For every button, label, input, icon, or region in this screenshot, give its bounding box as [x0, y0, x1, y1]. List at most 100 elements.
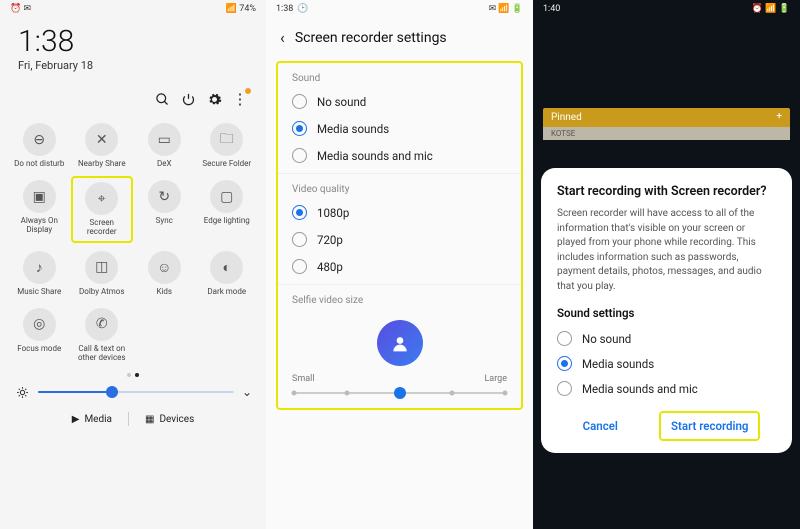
secure-folder-icon: 🗀: [210, 123, 243, 156]
tile-music-share[interactable]: ♪Music Share: [8, 247, 71, 300]
screen-recorder-icon: ⌖: [85, 182, 118, 215]
radio-icon: [557, 331, 572, 346]
status-bar: 1:40 ⏰ 📶 🔋: [533, 0, 800, 18]
tile-label: Dark mode: [207, 287, 246, 296]
status-icons-right: 📶 74%: [226, 4, 256, 14]
tile-label: Always On Display: [11, 216, 67, 234]
search-icon[interactable]: [154, 91, 170, 107]
call-text-devices-icon: ✆: [85, 308, 118, 341]
clock-time: 1:38: [18, 24, 248, 59]
selfie-large-label: Large: [484, 374, 507, 384]
edge-lighting-icon: ▢: [210, 180, 243, 213]
sound-settings-label: Sound settings: [557, 306, 776, 320]
selfie-small-label: Small: [292, 374, 315, 384]
status-icons-left: ⏰ ✉: [10, 4, 31, 14]
dialog-sound-option[interactable]: Media sounds and mic: [557, 376, 776, 401]
tile-do-not-disturb[interactable]: ⊖Do not disturb: [8, 119, 71, 172]
radio-icon: [292, 259, 307, 274]
tile-label: Music Share: [17, 287, 61, 296]
sync-icon: ↻: [148, 180, 181, 213]
bottom-bar: ▶Media ▦Devices: [0, 406, 266, 432]
selfie-avatar-icon: [377, 320, 423, 366]
tile-label: Screen recorder: [75, 218, 130, 236]
radio-label: Media sounds and mic: [582, 382, 698, 396]
power-icon[interactable]: [180, 91, 196, 107]
radio-icon: [557, 356, 572, 371]
radio-icon: [292, 121, 307, 136]
video-option[interactable]: 1080p: [278, 199, 521, 226]
tile-kids[interactable]: ☺ Kids: [133, 247, 196, 300]
dolby-atmos-icon: ◫: [85, 251, 118, 284]
selfie-slider-area: Small Large: [278, 310, 521, 394]
status-time: 1:38: [276, 4, 293, 14]
dialog-sound-option[interactable]: No sound: [557, 326, 776, 351]
tile-sync[interactable]: ↻ Sync: [133, 176, 196, 242]
recorder-settings-screen: 1:38 🕑 ✉ 📶 🔋 ‹ Screen recorder settings …: [266, 0, 533, 529]
recording-dialog: Start recording with Screen recorder? Sc…: [541, 168, 792, 453]
radio-label: Media sounds: [317, 122, 389, 136]
settings-header: ‹ Screen recorder settings: [266, 18, 533, 55]
always-on-display-icon: ▣: [23, 180, 56, 213]
radio-icon: [557, 381, 572, 396]
video-option[interactable]: 720p: [278, 226, 521, 253]
sound-section-label: Sound: [278, 67, 521, 88]
radio-icon: [292, 205, 307, 220]
tile-screen-recorder[interactable]: ⌖ Screen recorder: [71, 176, 134, 242]
more-icon[interactable]: ⋮: [232, 91, 248, 107]
status-icons: ⏰ 📶 🔋: [752, 4, 790, 14]
tile-label: Do not disturb: [14, 159, 64, 168]
radio-label: 720p: [317, 233, 343, 247]
brightness-row: ⌄: [0, 380, 266, 406]
pinned-bar: Pinned +: [543, 108, 790, 127]
video-option[interactable]: 480p: [278, 253, 521, 280]
tile-secure-folder[interactable]: 🗀Secure Folder: [196, 119, 259, 172]
dialog-sound-option[interactable]: Media sounds: [557, 351, 776, 376]
radio-label: No sound: [317, 95, 366, 109]
tile-always-on-display[interactable]: ▣ Always On Display: [8, 176, 71, 242]
media-button[interactable]: ▶Media: [72, 412, 112, 426]
tile-label: DeX: [157, 159, 172, 168]
quick-panel-screen: ⏰ ✉ 📶 74% 1:38 Fri, February 18 ⋮ ⊖Do no…: [0, 0, 266, 529]
tile-edge-lighting[interactable]: ▢Edge lighting: [196, 176, 259, 242]
cancel-button[interactable]: Cancel: [573, 413, 628, 439]
tile-label: Kids: [156, 287, 172, 296]
kids-icon: ☺: [148, 251, 181, 284]
tile-label: Dolby Atmos: [79, 287, 124, 296]
back-icon[interactable]: ‹: [280, 28, 285, 47]
tile-nearby-share[interactable]: ✕Nearby Share: [71, 119, 134, 172]
dark-mode-icon: ◐: [210, 251, 243, 284]
tile-label: Sync: [156, 216, 173, 225]
tile-dolby-atmos[interactable]: ◫ Dolby Atmos: [71, 247, 134, 300]
status-bar: ⏰ ✉ 📶 74%: [0, 0, 266, 18]
radio-label: Media sounds and mic: [317, 149, 433, 163]
brightness-slider[interactable]: [38, 391, 234, 393]
dialog-title: Start recording with Screen recorder?: [557, 184, 776, 199]
sound-option[interactable]: Media sounds: [278, 115, 521, 142]
sound-option[interactable]: Media sounds and mic: [278, 142, 521, 169]
selfie-size-slider[interactable]: [294, 392, 505, 394]
focus-mode-icon: ◎: [23, 308, 56, 341]
add-pinned-icon[interactable]: +: [776, 111, 782, 122]
start-recording-button[interactable]: Start recording: [659, 411, 760, 441]
tile-focus-mode[interactable]: ◎ Focus mode: [8, 304, 71, 366]
brightness-icon: [14, 384, 30, 400]
tile-dark-mode[interactable]: ◐ Dark mode: [196, 247, 259, 300]
status-time: 1:40: [543, 4, 560, 14]
pinned-item: KOTSE: [543, 127, 790, 140]
tile-dex[interactable]: ▭DeX: [133, 119, 196, 172]
tile-call-text-devices[interactable]: ✆Call & text on other devices: [71, 304, 134, 366]
clock-date: Fri, February 18: [18, 59, 248, 72]
radio-label: Media sounds: [582, 357, 654, 371]
play-icon: ▶: [72, 414, 80, 425]
start-recording-screen: 1:40 ⏰ 📶 🔋 Pinned + KOTSE Start recordin…: [533, 0, 800, 529]
gear-icon[interactable]: [206, 91, 222, 107]
settings-body: Sound No sound Media sounds Media sounds a…: [276, 61, 523, 410]
chevron-down-icon[interactable]: ⌄: [242, 385, 252, 399]
devices-button[interactable]: ▦Devices: [145, 412, 194, 426]
tile-label: Focus mode: [17, 344, 61, 353]
radio-label: 480p: [317, 260, 343, 274]
sound-option[interactable]: No sound: [278, 88, 521, 115]
radio-icon: [292, 148, 307, 163]
page-title: Screen recorder settings: [295, 30, 447, 46]
status-icons: ✉ 📶 🔋: [489, 4, 523, 14]
